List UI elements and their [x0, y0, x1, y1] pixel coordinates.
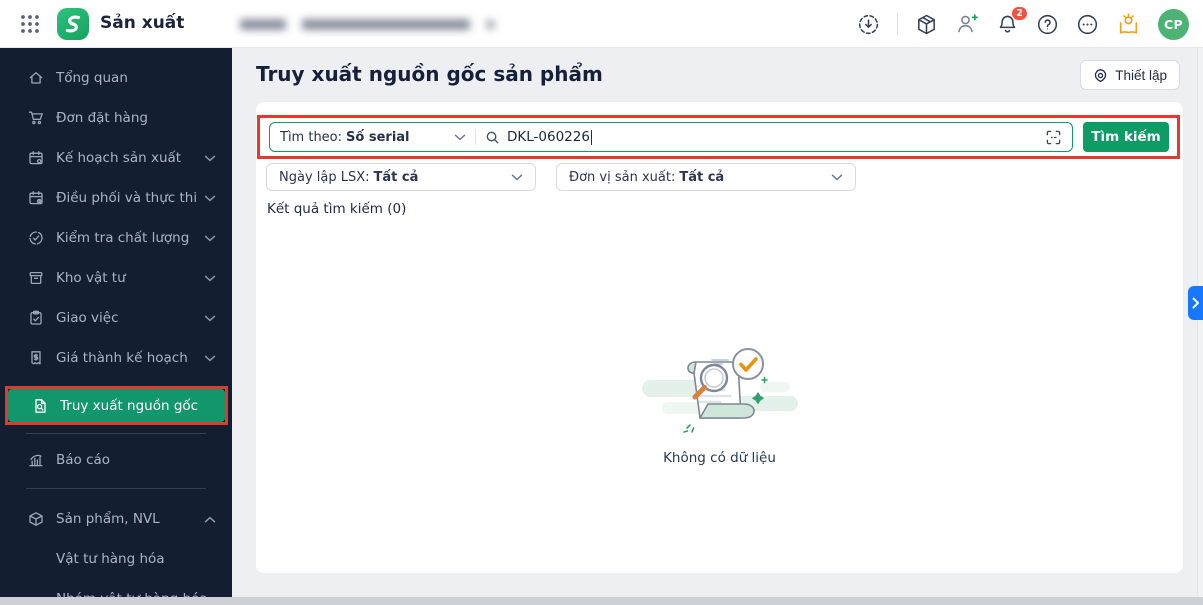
sidebar-item-dieu-phoi-va-thuc-thi[interactable]: Điều phối và thực thi — [0, 178, 232, 218]
vertical-scrollbar[interactable] — [1197, 48, 1203, 605]
expand-panel-button[interactable] — [1188, 286, 1203, 320]
main-content: Truy xuất nguồn gốc sản phẩm Thiết lập T… — [232, 48, 1203, 605]
text-caret — [590, 129, 592, 145]
settings-button[interactable]: Thiết lập — [1080, 60, 1180, 90]
no-data-illustration — [641, 348, 798, 433]
annotation-box-search: Tìm theo: Số serial DKL-060226 Tìm kiếm — [257, 115, 1180, 159]
chevron-up-icon — [204, 516, 216, 523]
horizontal-scrollbar[interactable] — [0, 597, 1203, 605]
package-icon[interactable] — [915, 13, 938, 36]
download-icon[interactable] — [857, 13, 880, 36]
cube-icon — [28, 511, 45, 528]
results-count-label: Kết quả tìm kiếm (0) — [267, 201, 407, 217]
tips-lightbulb-icon[interactable] — [1116, 12, 1141, 37]
sidebar-item-tong-quan[interactable]: Tổng quan — [0, 58, 232, 98]
search-submit-button[interactable]: Tìm kiếm — [1083, 122, 1169, 152]
sidebar-item-kho-vat-tu[interactable]: Kho vật tư — [0, 258, 232, 298]
search-query-text: DKL-060226 — [507, 129, 590, 145]
search-input[interactable]: Tìm theo: Số serial DKL-060226 — [269, 122, 1073, 152]
warehouse-box-icon — [28, 270, 45, 287]
sidebar-item-san-pham-nvl[interactable]: Sản phẩm, NVL — [0, 499, 232, 539]
app-logo-icon[interactable] — [57, 8, 89, 40]
sidebar-item-ke-hoach-san-xuat[interactable]: Kế hoạch sản xuất — [0, 138, 232, 178]
chevron-down-icon — [831, 174, 843, 181]
empty-state-text: Không có dữ liệu — [663, 450, 776, 466]
check-circle-icon — [28, 230, 45, 247]
page-title: Truy xuất nguồn gốc sản phẩm — [256, 62, 603, 86]
sidebar-item-gia-thanh-ke-hoach[interactable]: Giá thành kế hoạch — [0, 338, 232, 378]
avatar[interactable]: CP — [1158, 8, 1189, 40]
home-icon — [28, 70, 45, 87]
barcode-scan-icon[interactable] — [1045, 129, 1062, 146]
empty-state: Không có dữ liệu — [256, 340, 1183, 466]
app-title: Sản xuất — [100, 13, 185, 33]
search-icon — [485, 130, 500, 145]
chevron-down-icon — [511, 174, 523, 181]
topbar-divider — [897, 14, 898, 34]
sidebar-item-kiem-tra-chat-luong[interactable]: Kiểm tra chất lượng — [0, 218, 232, 258]
sidebar-item-giao-viec[interactable]: Giao việc — [0, 298, 232, 338]
sidebar: Tổng quan Đơn đặt hàng Kế hoạch sản xuất — [0, 48, 232, 605]
content-card: Tìm theo: Số serial DKL-060226 Tìm kiếm … — [256, 102, 1183, 573]
more-options-icon[interactable] — [1076, 13, 1099, 36]
calendar-clock-icon — [28, 190, 45, 207]
sidebar-item-truy-xuat-nguon-goc[interactable]: Truy xuất nguồn gốc — [8, 389, 225, 422]
sidebar-item-vat-tu-hang-hoa[interactable]: Vật tư hàng hóa — [0, 539, 232, 579]
sidebar-divider — [26, 433, 206, 434]
chevron-down-icon — [204, 275, 216, 282]
sidebar-divider — [26, 488, 206, 489]
gear-icon — [1093, 68, 1108, 83]
bar-chart-icon — [28, 452, 45, 469]
file-search-icon — [32, 397, 49, 414]
filter-don-vi-san-xuat[interactable]: Đơn vị sản xuất: Tất cả — [556, 163, 856, 191]
chevron-down-icon — [454, 134, 466, 141]
help-icon[interactable] — [1036, 13, 1059, 36]
user-add-icon[interactable] — [955, 12, 979, 36]
topbar: Sản xuất 2 CP — [0, 0, 1203, 48]
filter-ngay-lap-lsx[interactable]: Ngày lập LSX: Tất cả — [266, 163, 536, 191]
annotation-box-sidebar: Truy xuất nguồn gốc — [5, 386, 228, 425]
chevron-down-icon — [204, 195, 216, 202]
calendar-gear-icon — [28, 150, 45, 167]
sidebar-item-don-dat-hang[interactable]: Đơn đặt hàng — [0, 98, 232, 138]
sidebar-item-bao-cao[interactable]: Báo cáo — [0, 440, 232, 480]
blurred-browser-tab — [240, 15, 502, 33]
notification-count-badge: 2 — [1011, 5, 1028, 21]
cart-icon — [28, 110, 45, 127]
notification-bell-icon[interactable]: 2 — [996, 5, 1028, 36]
chevron-down-icon — [204, 155, 216, 162]
input-divider — [475, 129, 476, 145]
invoice-dollar-icon — [28, 350, 45, 367]
app-launcher-grid-icon[interactable] — [18, 12, 42, 36]
chevron-down-icon — [204, 235, 216, 242]
search-type-dropdown[interactable]: Tìm theo: Số serial — [280, 130, 466, 145]
chevron-down-icon — [204, 355, 216, 362]
clipboard-check-icon — [28, 310, 45, 327]
chevron-down-icon — [204, 315, 216, 322]
